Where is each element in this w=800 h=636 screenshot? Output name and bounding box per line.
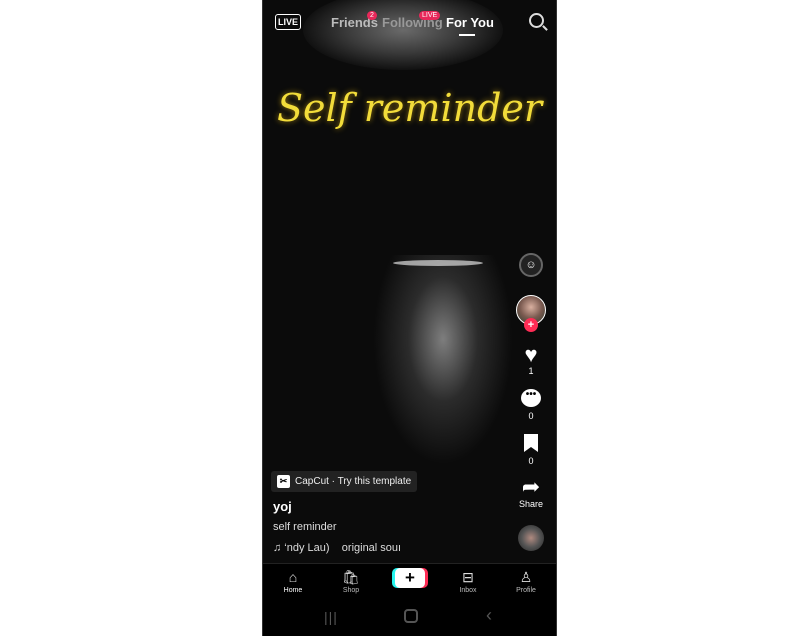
video-moon-reflection <box>373 255 513 465</box>
recents-icon[interactable]: ||| <box>324 609 338 625</box>
home-icon: ⌂ <box>288 569 298 585</box>
video-overlay-text: Self reminder <box>276 86 543 130</box>
bottom-nav: ⌂ Home 🛍︎ Shop + ⊟ Inbox ♙ Profile <box>263 563 556 601</box>
top-nav: LIVE Friends 2 Following LIVE For You <box>263 10 556 40</box>
heart-icon: ♥ <box>524 342 538 367</box>
share-arrow-icon: ➦ <box>521 474 541 499</box>
nav-label: Profile <box>516 587 536 594</box>
ghost-icon: ☺ <box>519 253 543 277</box>
search-icon[interactable] <box>529 13 544 28</box>
username[interactable]: yoj <box>273 499 292 514</box>
bookmark-icon <box>524 434 538 452</box>
like-button[interactable]: ♥ 1 <box>506 342 556 377</box>
creator-avatar[interactable]: + <box>506 295 556 332</box>
bag-icon: 🛍︎ <box>342 569 360 585</box>
music-disc[interactable] <box>506 525 556 551</box>
friends-badge: 2 <box>367 11 377 20</box>
nav-label: Shop <box>342 587 360 594</box>
nav-label: Home <box>283 587 303 594</box>
save-count: 0 <box>528 456 534 466</box>
comment-count: 0 <box>528 411 534 421</box>
video-moonlight <box>393 260 483 266</box>
home-system-icon[interactable] <box>404 609 418 623</box>
live-icon[interactable]: LIVE <box>275 14 302 30</box>
comment-button[interactable]: ••• 0 <box>506 389 556 421</box>
disc-icon <box>518 525 544 551</box>
save-button[interactable]: 0 <box>506 434 556 466</box>
music-ticker[interactable]: ♫ ‘ndy Lau) original souı <box>273 542 401 554</box>
inbox-icon: ⊟ <box>462 569 474 585</box>
capcut-icon: ✂ <box>277 475 290 488</box>
description: self reminder <box>273 521 337 533</box>
comment-icon: ••• <box>521 389 541 407</box>
plus-icon: + <box>405 568 415 587</box>
create-button[interactable]: + <box>395 568 425 588</box>
active-tab-indicator <box>459 34 475 36</box>
nav-home[interactable]: ⌂ Home <box>273 569 313 594</box>
nav-inbox[interactable]: ⊟ Inbox <box>448 569 488 594</box>
following-live-badge: LIVE <box>419 11 441 20</box>
nav-profile[interactable]: ♙ Profile <box>506 569 546 594</box>
system-nav-bar: ||| ‹ <box>263 601 556 636</box>
nav-label: Inbox <box>459 587 477 594</box>
share-label: Share <box>518 499 544 509</box>
back-icon[interactable]: ‹ <box>486 605 492 626</box>
follow-plus-icon[interactable]: + <box>524 318 538 332</box>
phone-screen: Self reminder LIVE Friends 2 Following L… <box>262 0 557 636</box>
ghost-button[interactable]: ☺ <box>506 253 556 277</box>
nav-shop[interactable]: 🛍︎ Shop <box>331 569 371 594</box>
tab-for-you[interactable]: For You <box>446 15 494 30</box>
share-button[interactable]: ➦ Share <box>506 474 556 510</box>
template-label: CapCut · Try this template <box>295 476 412 487</box>
capcut-template-button[interactable]: ✂ CapCut · Try this template <box>271 471 418 492</box>
person-icon: ♙ <box>519 569 533 585</box>
like-count: 1 <box>528 366 534 376</box>
